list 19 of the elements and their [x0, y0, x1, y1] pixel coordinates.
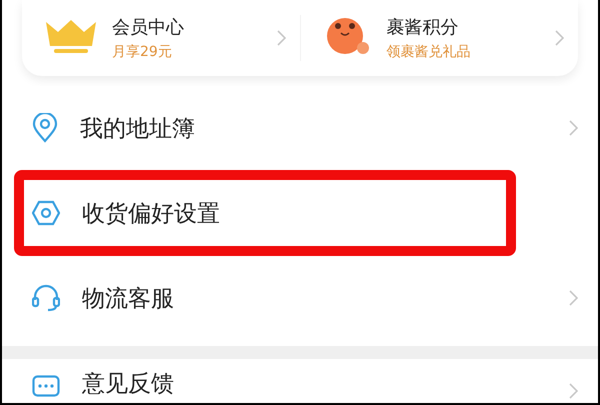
chevron-right-icon — [276, 30, 286, 46]
crown-icon — [44, 20, 98, 56]
location-pin-icon — [32, 113, 58, 143]
card-title: 裹酱积分 — [386, 16, 460, 39]
card-title: 会员中心 — [112, 16, 185, 39]
headset-icon — [32, 284, 60, 312]
menu-label: 物流客服 — [82, 284, 175, 314]
chevron-right-icon — [569, 120, 578, 136]
menu-label: 意见反馈 — [82, 370, 175, 399]
chevron-right-icon — [569, 383, 578, 399]
hexagon-icon — [32, 200, 60, 226]
chat-bubble-icon — [32, 375, 60, 399]
chevron-right-icon — [555, 30, 564, 46]
card-subtitle: 领裹酱兑礼品 — [386, 43, 472, 61]
menu-item[interactable]: 收货偏好设置 — [14, 170, 516, 256]
menu-label: 我的地址簿 — [80, 114, 196, 144]
card-subtitle: 月享29元 — [112, 43, 173, 61]
chevron-right-icon — [569, 290, 578, 306]
menu-label: 收货偏好设置 — [82, 200, 221, 228]
